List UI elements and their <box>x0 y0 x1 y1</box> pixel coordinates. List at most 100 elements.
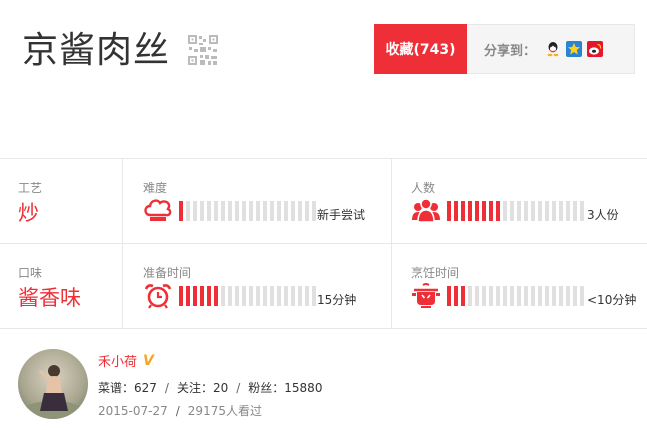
divider <box>0 328 647 329</box>
meter-bar <box>552 286 556 306</box>
separator: / <box>164 381 169 395</box>
pot-icon <box>412 283 440 308</box>
meter-bar <box>559 201 563 221</box>
meter-bar <box>291 201 295 221</box>
flavor-value: 酱香味 <box>18 286 81 310</box>
chef-hat-icon <box>144 199 172 221</box>
meter-bar <box>573 201 577 221</box>
weibo-icon[interactable] <box>587 41 604 57</box>
meter-bar <box>298 201 302 221</box>
meter-bar <box>531 201 535 221</box>
meter-bar <box>277 286 281 306</box>
favorite-button[interactable]: 收藏(743) <box>374 24 467 74</box>
meter-bar <box>503 286 507 306</box>
meter-bar <box>312 286 316 306</box>
meter-bar <box>482 201 486 221</box>
meter-bar <box>545 201 549 221</box>
meter-bar <box>221 286 225 306</box>
meter-bar <box>242 201 246 221</box>
meter-bar <box>284 201 288 221</box>
meter-bar <box>510 286 514 306</box>
share-label: 分享到： <box>484 43 537 59</box>
meter-bar <box>270 201 274 221</box>
meter-bar <box>566 286 570 306</box>
meter-bar <box>552 201 556 221</box>
meter-bar <box>263 286 267 306</box>
meter-bar <box>277 201 281 221</box>
qq-icon[interactable] <box>545 41 561 57</box>
meter-bar <box>179 201 183 221</box>
meter-bar <box>270 286 274 306</box>
meter-bar <box>461 286 465 306</box>
meter-bar <box>545 286 549 306</box>
meter-bar <box>193 286 197 306</box>
author-name[interactable]: 禾小荷 <box>98 351 137 370</box>
divider <box>0 243 647 244</box>
meter-bar <box>193 201 197 221</box>
meter-bar <box>489 201 493 221</box>
fans-count[interactable]: 粉丝：15880 <box>248 381 322 395</box>
meter-bar <box>475 286 479 306</box>
meter-bar <box>454 286 458 306</box>
meter-bar <box>200 201 204 221</box>
meter-bar <box>510 201 514 221</box>
meter-bar <box>249 286 253 306</box>
meter-bar <box>305 201 309 221</box>
author-stats: 菜谱：627 / 关注：20 / 粉丝：15880 <box>98 379 322 396</box>
meter-bar <box>503 201 507 221</box>
prep-time-meter <box>143 283 316 309</box>
meter-bar <box>454 201 458 221</box>
share-bar: 分享到： <box>467 24 635 74</box>
verified-badge-icon: V <box>143 352 154 369</box>
meter-bar <box>284 286 288 306</box>
meter-bar <box>256 286 260 306</box>
meter-bar <box>517 286 521 306</box>
qr-code-icon[interactable] <box>187 34 219 66</box>
meter-bar <box>475 201 479 221</box>
cook-time-text: <10分钟 <box>587 293 637 307</box>
difficulty-text: 新手尝试 <box>317 208 366 222</box>
alarm-clock-icon <box>144 284 172 309</box>
meter-bar <box>242 286 246 306</box>
meter-bar <box>559 286 563 306</box>
meter-bar <box>256 201 260 221</box>
meter-bar <box>482 286 486 306</box>
craft-label: 工艺 <box>18 181 43 195</box>
divider <box>122 158 123 328</box>
prep-time-text: 15分钟 <box>317 293 357 307</box>
publish-date: 2015-07-27 <box>98 404 168 418</box>
recipe-count[interactable]: 菜谱：627 <box>98 381 157 395</box>
qzone-icon[interactable] <box>566 41 583 57</box>
meter-bar <box>312 201 316 221</box>
prep-time-label: 准备时间 <box>143 266 192 280</box>
flavor-label: 口味 <box>18 266 43 280</box>
separator: / <box>236 381 241 395</box>
meter-bar <box>489 286 493 306</box>
divider <box>0 158 647 159</box>
meter-bar <box>461 201 465 221</box>
author-name-row: 禾小荷 V <box>98 351 154 371</box>
meter-bar <box>524 201 528 221</box>
meter-bar <box>263 201 267 221</box>
meter-bar <box>538 201 542 221</box>
separator: / <box>175 404 180 418</box>
meter-bar <box>298 286 302 306</box>
recipe-meta: 2015-07-27 / 29175人看过 <box>98 402 262 419</box>
meter-bar <box>186 201 190 221</box>
meter-bar <box>580 201 584 221</box>
author-avatar[interactable] <box>18 349 88 419</box>
servings-meter <box>411 198 584 224</box>
meter-bar <box>517 201 521 221</box>
difficulty-label: 难度 <box>143 181 168 195</box>
meter-bar <box>228 286 232 306</box>
cook-time-meter <box>411 283 584 309</box>
meter-bar <box>221 201 225 221</box>
meter-bar <box>447 201 451 221</box>
meter-bar <box>228 201 232 221</box>
meter-bar <box>214 286 218 306</box>
view-count: 29175人看过 <box>187 404 262 418</box>
meter-bar <box>207 286 211 306</box>
meter-bar <box>468 286 472 306</box>
following-count[interactable]: 关注：20 <box>177 381 228 395</box>
divider <box>391 158 392 328</box>
